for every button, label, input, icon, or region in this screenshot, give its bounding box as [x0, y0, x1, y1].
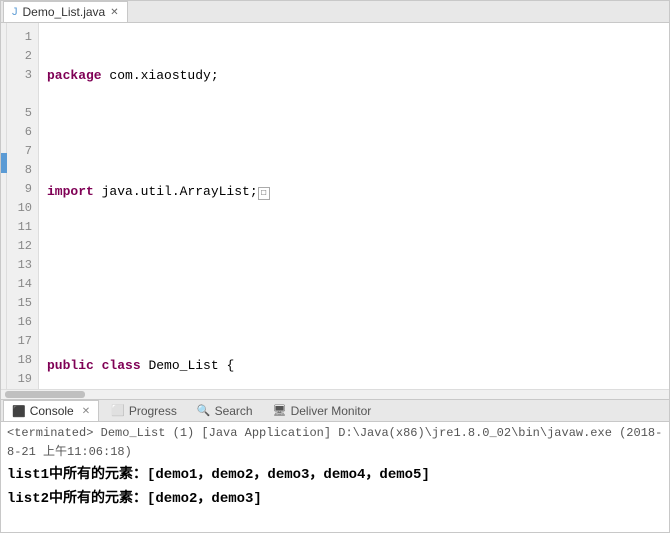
search-tab-label: Search — [215, 404, 253, 418]
editor-tab[interactable]: J Demo_List.java ✕ — [3, 1, 128, 22]
terminated-line: <terminated> Demo_List (1) [Java Applica… — [7, 424, 663, 462]
close-console-icon[interactable]: ✕ — [82, 406, 90, 417]
console-tab-bar: ⬛ Console ✕ ⬜ Progress 🔍 Search 🖥 Delive… — [1, 400, 669, 422]
java-file-icon: J — [12, 6, 18, 18]
monitor-icon: 🖥 — [273, 404, 287, 417]
code-line — [47, 298, 661, 317]
console-body: <terminated> Demo_List (1) [Java Applica… — [1, 422, 669, 532]
horizontal-scrollbar[interactable] — [1, 389, 669, 399]
console-panel: ⬛ Console ✕ ⬜ Progress 🔍 Search 🖥 Delive… — [0, 400, 670, 533]
tab-deliver-monitor[interactable]: 🖥 Deliver Monitor — [265, 400, 380, 421]
code-content[interactable]: package com.xiaostudy; import java.util.… — [39, 23, 669, 389]
code-line — [47, 124, 661, 143]
deliver-monitor-tab-label: Deliver Monitor — [291, 404, 372, 418]
tab-progress[interactable]: ⬜ Progress — [103, 400, 185, 421]
tab-label: Demo_List.java — [23, 5, 106, 19]
code-line: public class Demo_List { — [47, 356, 661, 375]
editor-tab-bar: J Demo_List.java ✕ — [1, 1, 669, 23]
tab-console[interactable]: ⬛ Console ✕ — [3, 400, 99, 421]
close-icon[interactable]: ✕ — [110, 7, 118, 18]
line-numbers: 1 2 3 5 6 7 8 9 10 11 12 13 14 15 16 17 … — [7, 23, 39, 389]
console-output-line-1: list1中所有的元素：[demo1，demo2，demo3，demo4，dem… — [7, 464, 663, 488]
tab-search[interactable]: 🔍 Search — [189, 400, 261, 421]
code-line: import java.util.ArrayList;☐ — [47, 182, 661, 201]
progress-tab-label: Progress — [129, 404, 177, 418]
search-icon: 🔍 — [197, 404, 211, 417]
code-area: 1 2 3 5 6 7 8 9 10 11 12 13 14 15 16 17 … — [1, 23, 669, 389]
progress-icon: ⬜ — [111, 404, 125, 417]
console-tab-label: Console — [30, 404, 74, 418]
console-output-line-2: list2中所有的元素：[demo2，demo3] — [7, 488, 663, 512]
console-icon: ⬛ — [12, 405, 26, 418]
scrollbar-thumb[interactable] — [5, 391, 85, 398]
editor-panel: J Demo_List.java ✕ 1 2 3 5 6 7 8 9 10 11… — [0, 0, 670, 400]
code-line: package com.xiaostudy; — [47, 66, 661, 85]
code-line — [47, 240, 661, 259]
